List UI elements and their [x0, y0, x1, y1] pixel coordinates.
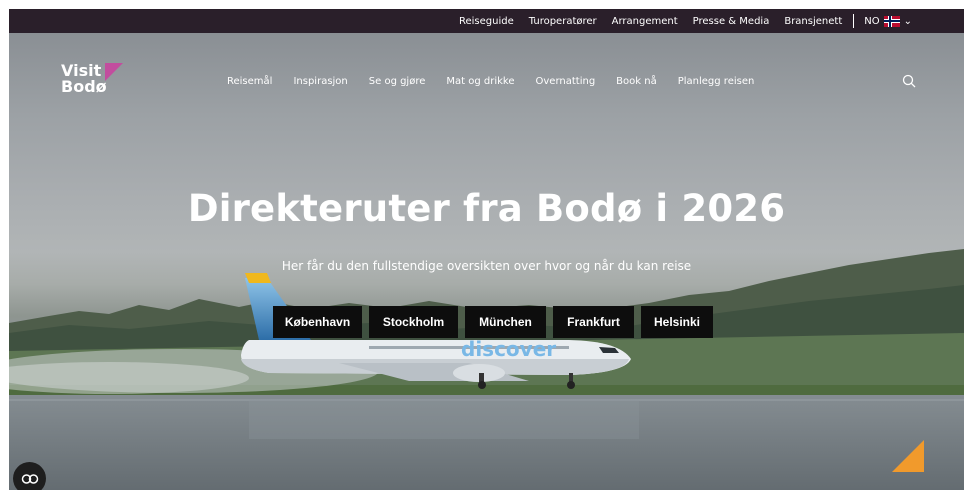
utility-link-turoperatorer[interactable]: Turoperatører — [529, 16, 597, 27]
city-button-stockholm[interactable]: Stockholm — [369, 306, 458, 338]
cookie-settings-button[interactable] — [13, 462, 46, 490]
hero-title: Direkteruter fra Bodø i 2026 — [187, 187, 786, 230]
search-icon[interactable] — [902, 74, 916, 88]
orange-triangle-icon[interactable] — [892, 440, 924, 472]
utility-link-bransjenett[interactable]: Bransjenett — [784, 16, 842, 27]
cookie-settings-icon — [21, 473, 38, 484]
city-button-frankfurt[interactable]: Frankfurt — [553, 306, 634, 338]
nav-item-inspirasjon[interactable]: Inspirasjon — [293, 76, 347, 87]
hero-subtitle: Her får du den fullstendige oversikten o… — [281, 259, 692, 273]
main-navigation: Reisemål Inspirasjon Se og gjøre Mat og … — [227, 76, 775, 87]
nav-item-se-og-gjore[interactable]: Se og gjøre — [369, 76, 426, 87]
plane-livery-text: discover — [461, 337, 556, 361]
chevron-down-icon: ⌄ — [903, 15, 912, 27]
destination-buttons: København Stockholm München Frankfurt He… — [273, 306, 720, 338]
nav-item-planlegg-reisen[interactable]: Planlegg reisen — [678, 76, 755, 87]
nav-item-book-na[interactable]: Book nå — [616, 76, 657, 87]
nav-item-overnatting[interactable]: Overnatting — [536, 76, 596, 87]
utility-link-arrangement[interactable]: Arrangement — [612, 16, 678, 27]
utility-bar: Reiseguide Turoperatører Arrangement Pre… — [9, 9, 964, 33]
logo-line-bodo: Bodø — [61, 77, 107, 96]
city-button-munchen[interactable]: München — [465, 306, 546, 338]
page-frame: Reiseguide Turoperatører Arrangement Pre… — [9, 9, 964, 490]
utility-link-presse-media[interactable]: Presse & Media — [693, 16, 770, 27]
hero-section: discover Visit Bodø Reisemål Inspirasjon… — [9, 33, 964, 490]
norway-flag-icon — [883, 15, 900, 27]
nav-item-reisemal[interactable]: Reisemål — [227, 76, 272, 87]
nav-item-mat-og-drikke[interactable]: Mat og drikke — [446, 76, 514, 87]
utility-divider — [853, 14, 855, 28]
city-button-helsinki[interactable]: Helsinki — [641, 306, 713, 338]
logo-accent-icon — [105, 63, 123, 81]
visit-bodo-logo[interactable]: Visit Bodø — [61, 63, 107, 95]
city-button-kobenhavn[interactable]: København — [273, 306, 362, 338]
language-selector[interactable]: NO ⌄ — [864, 15, 912, 27]
utility-link-reiseguide[interactable]: Reiseguide — [459, 16, 514, 27]
language-code: NO — [864, 15, 880, 27]
